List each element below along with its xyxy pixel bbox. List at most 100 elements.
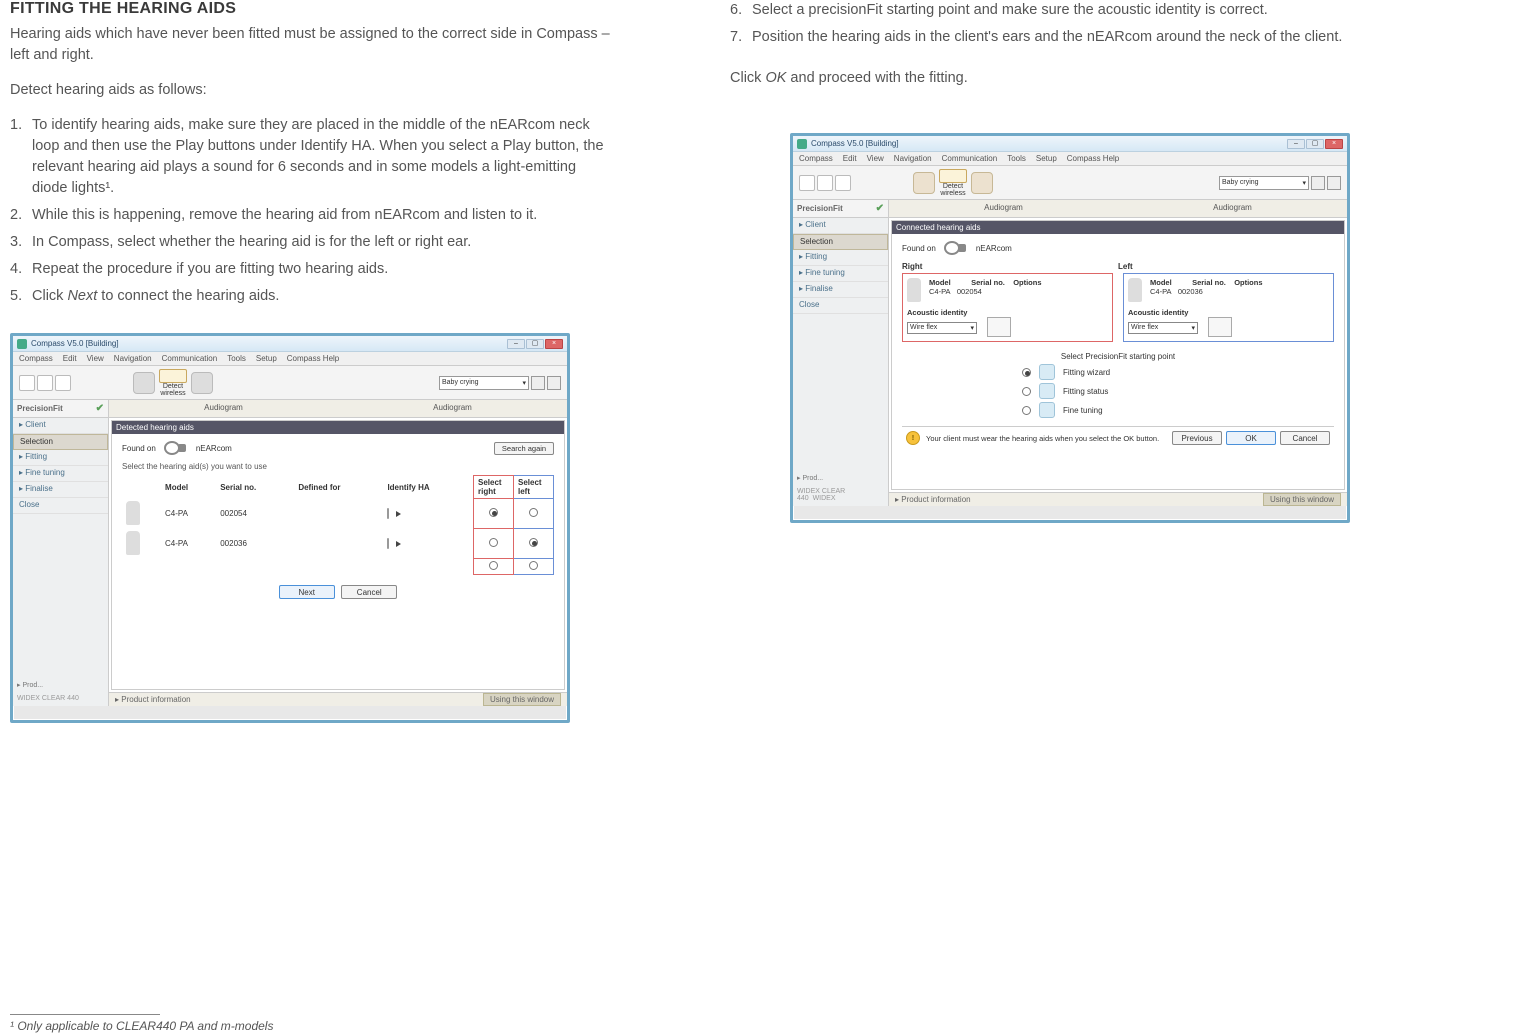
sidebar-item-fitting[interactable]: ▸ Fitting (793, 250, 888, 266)
menu-help[interactable]: Compass Help (287, 354, 339, 363)
panel-title: Connected hearing aids (892, 221, 1344, 234)
menu-view[interactable]: View (87, 354, 104, 363)
acoustic-identity-combo-right[interactable]: Wire flex▾ (907, 322, 977, 334)
sidebar-item-finalise[interactable]: ▸ Finalise (793, 282, 888, 298)
sidebar-item-selection[interactable]: Selection (13, 434, 108, 450)
menu-setup[interactable]: Setup (256, 354, 277, 363)
audiogram-header: AudiogramAudiogram (109, 400, 567, 418)
detect-label: Detect (163, 383, 183, 390)
sidebar-item-client[interactable]: ▸ Client (13, 418, 108, 434)
prod-expander[interactable]: ▸ Prod... (13, 679, 108, 691)
acoustic-identity-combo-left[interactable]: Wire flex▾ (1128, 322, 1198, 334)
radio-right-row1[interactable] (489, 508, 498, 517)
outro-para: Click OK and proceed with the fitting. (730, 68, 1430, 89)
menu-compass[interactable]: Compass (799, 154, 833, 163)
play-button[interactable] (387, 538, 389, 549)
app-icon (17, 339, 27, 349)
minimize-button[interactable]: – (507, 339, 525, 349)
sidebar-item-fitting[interactable]: ▸ Fitting (13, 450, 108, 466)
radio-left-none[interactable] (529, 561, 538, 570)
using-window-button[interactable]: Using this window (483, 693, 561, 706)
sidebar-item-finalise[interactable]: ▸ Finalise (13, 482, 108, 498)
cancel-button[interactable]: Cancel (341, 585, 397, 599)
sound-play-button[interactable] (1311, 176, 1325, 190)
next-button[interactable]: Next (279, 585, 335, 599)
col-identify: Identify HA (383, 476, 473, 499)
sound-combo[interactable]: Baby crying▾ (1219, 176, 1309, 190)
sound-combo[interactable]: Baby crying▾ (439, 376, 529, 390)
cancel-button[interactable]: Cancel (1280, 431, 1330, 445)
play-button[interactable] (387, 508, 389, 519)
radio-fine-tuning[interactable] (1022, 406, 1031, 415)
sidebar-item-selection[interactable]: Selection (793, 234, 888, 250)
menu-navigation[interactable]: Navigation (114, 354, 152, 363)
ear-icon-right (971, 172, 993, 194)
toolbar-btn-1[interactable] (19, 375, 35, 391)
connected-panel: Connected hearing aids Found on nEARcom … (891, 220, 1345, 490)
radio-left-row2[interactable] (529, 538, 538, 547)
toolbar-btn-1[interactable] (799, 175, 815, 191)
sound-stop-button[interactable] (1327, 176, 1341, 190)
step-5: Click Next to connect the hearing aids. (10, 286, 610, 307)
right-ear-block: Model Serial no. Options C4-PA 002054 Ac… (902, 273, 1113, 342)
close-button[interactable]: × (545, 339, 563, 349)
maximize-button[interactable]: ▢ (526, 339, 544, 349)
hearing-aid-icon (126, 531, 140, 555)
close-button[interactable]: × (1325, 139, 1343, 149)
select-instruction: Select the hearing aid(s) you want to us… (122, 462, 554, 471)
menu-help[interactable]: Compass Help (1067, 154, 1119, 163)
detect-button[interactable] (939, 169, 967, 183)
toolbar-btn-2[interactable] (37, 375, 53, 391)
product-info-expander[interactable]: ▸ Product information (895, 495, 971, 504)
menu-setup[interactable]: Setup (1036, 154, 1057, 163)
sidebar-item-close[interactable]: Close (793, 298, 888, 314)
menu-navigation[interactable]: Navigation (894, 154, 932, 163)
radio-right-row2[interactable] (489, 538, 498, 547)
detect-button[interactable] (159, 369, 187, 383)
col-serial: Serial no. (216, 476, 294, 499)
menu-tools[interactable]: Tools (227, 354, 246, 363)
screenshot-detected-hearing-aids: Compass V5.0 [Building] – ▢ × Compass Ed… (10, 333, 570, 723)
precisionfit-header: PrecisionFit✔ (13, 400, 108, 418)
sidebar-item-close[interactable]: Close (13, 498, 108, 514)
sound-play-button[interactable] (531, 376, 545, 390)
radio-right-none[interactable] (489, 561, 498, 570)
radio-fitting-status[interactable] (1022, 387, 1031, 396)
menu-view[interactable]: View (867, 154, 884, 163)
menu-compass[interactable]: Compass (19, 354, 53, 363)
col-model: Model (161, 476, 216, 499)
nearcom-icon (164, 440, 188, 456)
radio-fitting-wizard[interactable] (1022, 368, 1031, 377)
toolbar-btn-3[interactable] (835, 175, 851, 191)
step-7: Position the hearing aids in the client'… (730, 27, 1430, 48)
radio-left-row1[interactable] (529, 508, 538, 517)
menu-communication[interactable]: Communication (942, 154, 998, 163)
menu-communication[interactable]: Communication (162, 354, 218, 363)
prod-expander[interactable]: ▸ Prod... (793, 472, 888, 484)
maximize-button[interactable]: ▢ (1306, 139, 1324, 149)
menu-tools[interactable]: Tools (1007, 154, 1026, 163)
acoustic-identity-label: Acoustic identity (1128, 308, 1329, 317)
sound-stop-button[interactable] (547, 376, 561, 390)
using-window-button[interactable]: Using this window (1263, 493, 1341, 506)
sidebar-item-finetuning[interactable]: ▸ Fine tuning (13, 466, 108, 482)
minimize-button[interactable]: – (1287, 139, 1305, 149)
steps-list-left: To identify hearing aids, make sure they… (10, 115, 610, 313)
footnote-rule (10, 1014, 160, 1015)
section-heading: FITTING THE HEARING AIDS (10, 0, 610, 18)
menu-edit[interactable]: Edit (63, 354, 77, 363)
right-label: Right (902, 262, 1118, 271)
menu-edit[interactable]: Edit (843, 154, 857, 163)
sidebar-item-finetuning[interactable]: ▸ Fine tuning (793, 266, 888, 282)
previous-button[interactable]: Previous (1172, 431, 1222, 445)
product-info-expander[interactable]: ▸ Product information (115, 695, 191, 704)
acoustic-identity-label: Acoustic identity (907, 308, 1108, 317)
toolbar-btn-3[interactable] (55, 375, 71, 391)
search-again-button[interactable]: Search again (494, 442, 554, 455)
toolbar-btn-2[interactable] (817, 175, 833, 191)
window-titlebar-2: Compass V5.0 [Building] – ▢ × (793, 136, 1347, 152)
step-4: Repeat the procedure if you are fitting … (10, 259, 610, 280)
footer-bar: ▸ Product information Using this window (109, 692, 567, 706)
ok-button[interactable]: OK (1226, 431, 1276, 445)
sidebar-item-client[interactable]: ▸ Client (793, 218, 888, 234)
